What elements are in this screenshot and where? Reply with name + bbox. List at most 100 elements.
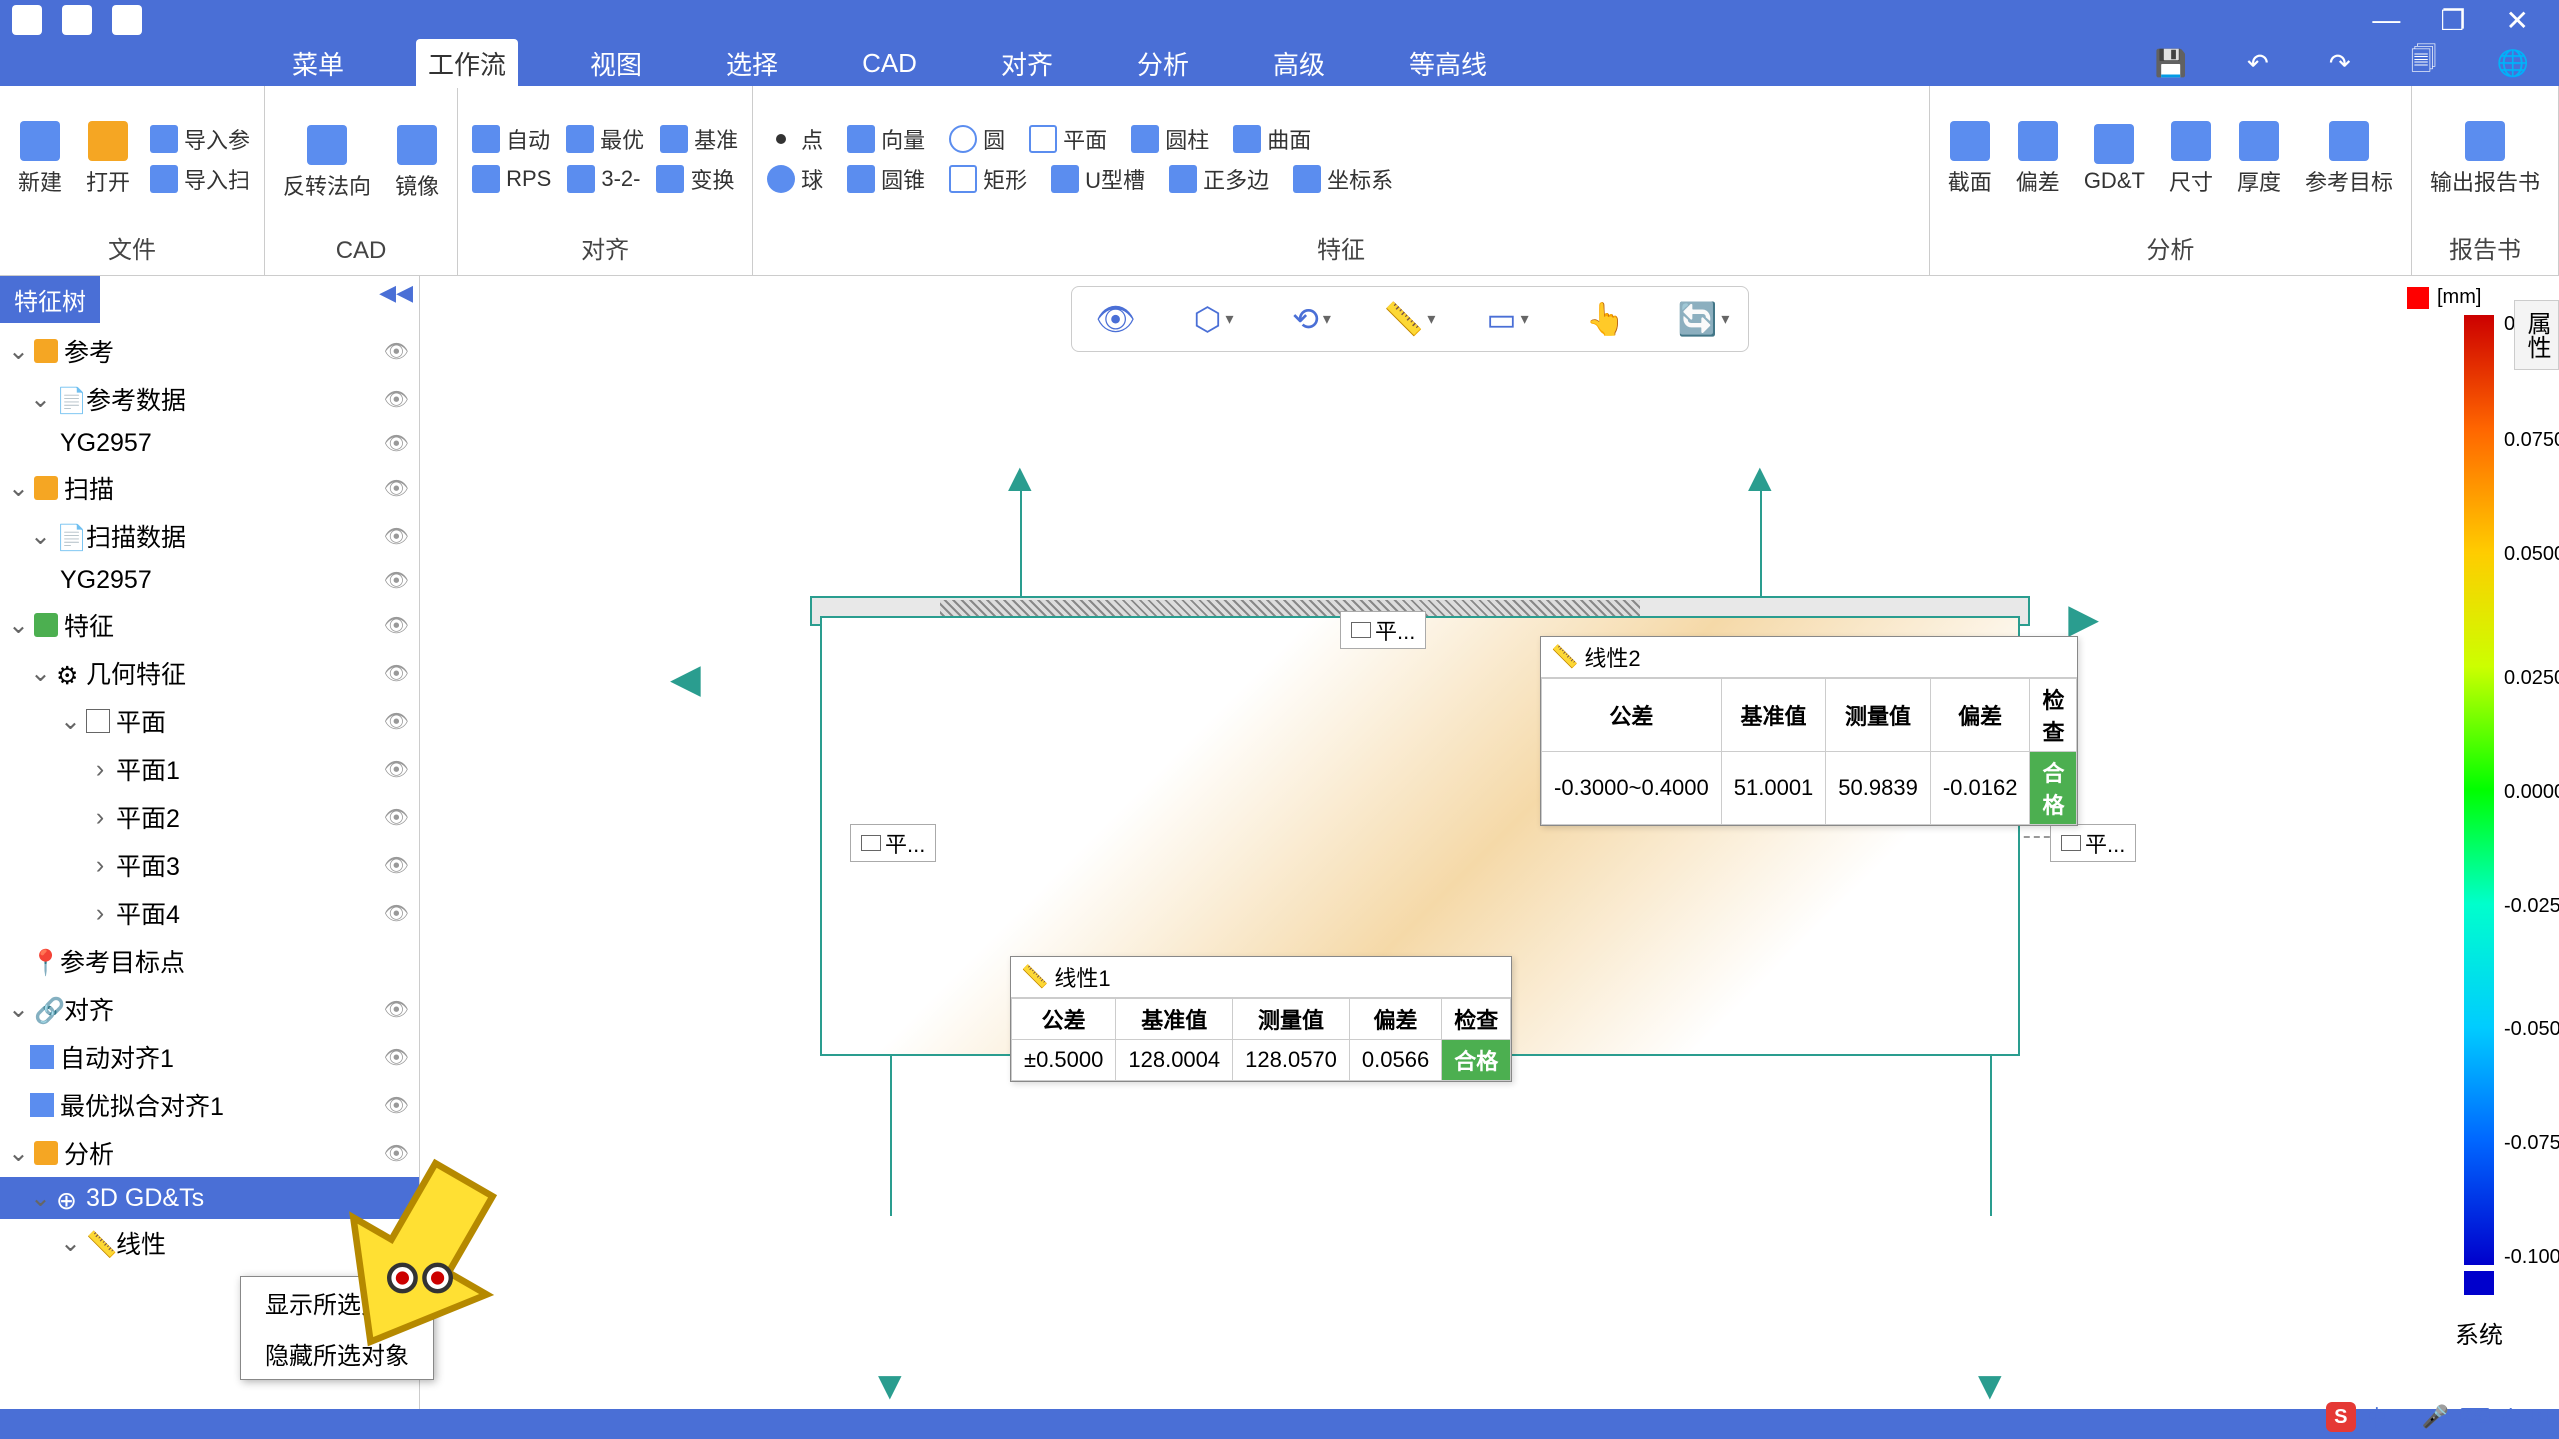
feature-cone-button[interactable]: 圆锥 [843, 161, 929, 197]
align-rps-button[interactable]: RPS [468, 161, 555, 197]
callout-linear1[interactable]: 📏线性1 公差 基准值 测量值 偏差 检查 ±0.5000 128.0004 1… [1010, 956, 1512, 1082]
visibility-icon[interactable]: 👁 [384, 901, 409, 926]
save-icon[interactable]: 💾 [2155, 48, 2187, 79]
new-button[interactable]: 新建 [10, 117, 70, 201]
tree-item-yg2957-scan[interactable]: YG2957👁 [0, 560, 419, 601]
feature-plane-button[interactable]: 平面 [1025, 121, 1111, 157]
thickness-button[interactable]: 厚度 [2229, 117, 2289, 201]
tree-item-auto-align1[interactable]: 自动对齐1👁 [0, 1033, 419, 1081]
feature-uslot-button[interactable]: U型槽 [1047, 161, 1149, 197]
visibility-icon[interactable]: 👁 [384, 997, 409, 1022]
tree-item-feature[interactable]: ⌄特征👁 [0, 601, 419, 649]
clipboard-icon[interactable]: 🗐 [2411, 41, 2437, 85]
view-visibility-button[interactable]: 👁 [1092, 295, 1140, 343]
tree-item-ref-data[interactable]: ⌄📄参考数据👁 [0, 375, 419, 423]
visibility-icon[interactable]: 👁 [384, 431, 409, 456]
view-measure-button[interactable]: 📏 [1386, 295, 1434, 343]
feature-point-button[interactable]: 点 [763, 121, 827, 157]
tree-item-align[interactable]: ⌄🔗对齐👁 [0, 985, 419, 1033]
context-menu-hide-selected[interactable]: 隐藏所选对象 [241, 1328, 433, 1379]
align-auto-button[interactable]: 自动 [468, 121, 554, 157]
import-ref-button[interactable]: 导入参 [146, 121, 254, 157]
visibility-icon[interactable]: 👁 [384, 339, 409, 364]
tree-item-linear[interactable]: ⌄📏线性 [0, 1219, 419, 1267]
menu-contour[interactable]: 等高线 [1397, 39, 1499, 88]
ime-settings-icon[interactable]: ⚙ [2501, 1404, 2521, 1430]
plane-label[interactable]: 平... [1340, 611, 1426, 649]
ime-punct-icon[interactable]: •, [2398, 1404, 2412, 1430]
section-button[interactable]: 截面 [1940, 117, 2000, 201]
ref-target-button[interactable]: 参考目标 [2297, 117, 2401, 201]
tree-item-plane-group[interactable]: ⌄平面👁 [0, 697, 419, 745]
tree-item-best-fit-align1[interactable]: 最优拟合对齐1👁 [0, 1081, 419, 1129]
visibility-icon[interactable]: 👁 [384, 613, 409, 638]
tree-item-analyze[interactable]: ⌄分析👁 [0, 1129, 419, 1177]
menu-view[interactable]: 视图 [578, 39, 654, 88]
feature-rect-button[interactable]: 矩形 [945, 161, 1031, 197]
menu-analyze[interactable]: 分析 [1125, 39, 1201, 88]
ime-s-icon[interactable]: S [2326, 1402, 2356, 1432]
align-321-button[interactable]: 3-2- [563, 161, 644, 197]
sidebar-collapse-icon[interactable]: ◀◀ [379, 280, 413, 306]
menu-cad[interactable]: CAD [850, 42, 929, 85]
visibility-icon[interactable]: 👁 [384, 524, 409, 549]
menu-align[interactable]: 对齐 [989, 39, 1065, 88]
view-cursor-button[interactable]: 👆 [1582, 295, 1630, 343]
feature-cylinder-button[interactable]: 圆柱 [1127, 121, 1213, 157]
visibility-icon[interactable]: 👁 [384, 387, 409, 412]
dimension-button[interactable]: 尺寸 [2161, 117, 2221, 201]
view-shading-button[interactable]: ⬡ [1190, 295, 1238, 343]
properties-tab[interactable]: 属性 [2514, 300, 2559, 370]
tree-item-plane4[interactable]: ›平面4👁 [0, 889, 419, 937]
view-orient-button[interactable]: ⟲ [1288, 295, 1336, 343]
tree-item-plane2[interactable]: ›平面2👁 [0, 793, 419, 841]
open-button[interactable]: 打开 [78, 117, 138, 201]
color-gradient[interactable]: 0.1000 0.0750 0.0500 0.0250 0.0000 -0.02… [2464, 315, 2494, 1265]
redo-icon[interactable]: ↷ [2329, 48, 2351, 79]
tree-item-scan[interactable]: ⌄扫描👁 [0, 464, 419, 512]
tree-item-yg2957-ref[interactable]: YG2957👁 [0, 423, 419, 464]
minimize-button[interactable]: — [2372, 4, 2400, 37]
feature-coord-button[interactable]: 坐标系 [1289, 161, 1397, 197]
align-datum-button[interactable]: 基准 [656, 121, 742, 157]
visibility-icon[interactable]: 👁 [384, 1093, 409, 1118]
tree-item-scan-data[interactable]: ⌄📄扫描数据👁 [0, 512, 419, 560]
menu-select[interactable]: 选择 [714, 39, 790, 88]
close-button[interactable]: ✕ [2506, 4, 2529, 37]
visibility-icon[interactable]: 👁 [384, 661, 409, 686]
viewport-3d[interactable]: 👁 ⬡ ⟲ 📏 ▭ 👆 🔄 ▲ ▲ ▼ ▼ ◀ ▶ 平... 平... 平. [420, 276, 2399, 1409]
tree-item-geom-feature[interactable]: ⌄⚙几何特征👁 [0, 649, 419, 697]
visibility-icon[interactable]: 👁 [384, 709, 409, 734]
feature-polygon-button[interactable]: 正多边 [1165, 161, 1273, 197]
callout-linear2[interactable]: 📏线性2 公差 基准值 测量值 偏差 检查 -0.3000~0.4000 51.… [1540, 636, 2078, 826]
maximize-button[interactable]: ❐ [2440, 4, 2465, 37]
visibility-icon[interactable]: 👁 [384, 757, 409, 782]
feature-circle-button[interactable]: 圆 [945, 121, 1009, 157]
ime-grid-icon[interactable]: ⊞ [2531, 1404, 2549, 1430]
ime-lang[interactable]: 中 [2366, 1401, 2388, 1433]
visibility-icon[interactable]: 👁 [384, 805, 409, 830]
ime-mic-icon[interactable]: 🎤 [2422, 1404, 2449, 1430]
context-menu-show-selected[interactable]: 显示所选对象 [241, 1277, 433, 1328]
import-scan-button[interactable]: 导入扫 [146, 161, 254, 197]
flip-normal-button[interactable]: 反转法向 [275, 121, 379, 205]
menu-advanced[interactable]: 高级 [1261, 39, 1337, 88]
feature-vector-button[interactable]: 向量 [843, 121, 929, 157]
ime-keyboard-icon[interactable]: ⌨ [2459, 1404, 2491, 1430]
sidebar-tab-feature-tree[interactable]: 特征树 [0, 276, 100, 323]
view-select-button[interactable]: ▭ [1484, 295, 1532, 343]
tree-item-ref-target-point[interactable]: 📍参考目标点 [0, 937, 419, 985]
export-report-button[interactable]: 输出报告书 [2422, 117, 2548, 201]
align-best-button[interactable]: 最优 [562, 121, 648, 157]
undo-icon[interactable]: ↶ [2247, 48, 2269, 79]
tree-item-3d-gdts[interactable]: ⌄⊕3D GD&Ts [0, 1177, 419, 1219]
visibility-icon[interactable]: 👁 [384, 1141, 409, 1166]
view-rotate-button[interactable]: 🔄 [1680, 295, 1728, 343]
menu-workflow[interactable]: 工作流 [416, 39, 518, 88]
menu-main[interactable]: 菜单 [280, 39, 356, 88]
visibility-icon[interactable]: 👁 [384, 853, 409, 878]
plane-label[interactable]: 平... [850, 824, 936, 862]
tree-item-plane1[interactable]: ›平面1👁 [0, 745, 419, 793]
gdt-button[interactable]: GD&T [2076, 120, 2153, 198]
deviation-button[interactable]: 偏差 [2008, 117, 2068, 201]
